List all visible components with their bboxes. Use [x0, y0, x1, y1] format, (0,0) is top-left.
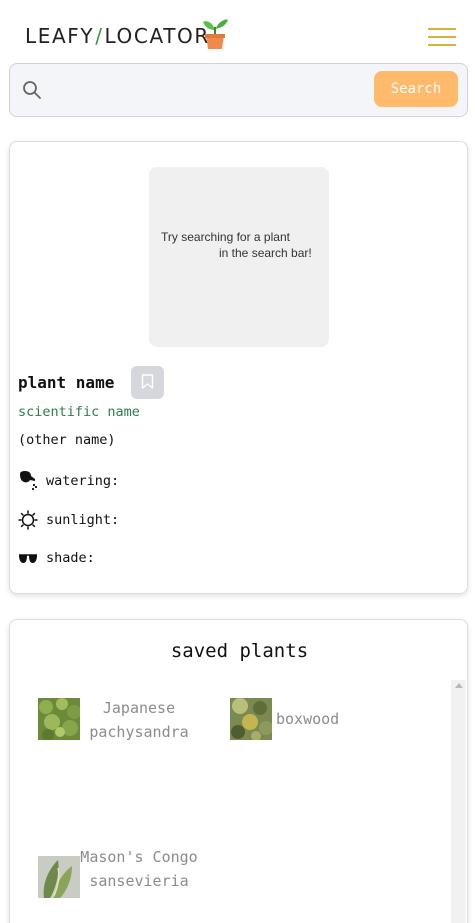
saved-plant-name: Mason's Congo sansevieria	[80, 848, 198, 890]
saved-plant-item[interactable]: boxwood	[230, 698, 346, 740]
plant-detail-card: Try searching for a plant in the search …	[9, 141, 468, 594]
saved-plant-item[interactable]: Japanese pachysandra	[38, 698, 198, 744]
plant-thumbnail	[230, 698, 272, 740]
bookmark-button[interactable]	[131, 366, 164, 399]
scroll-up-arrow-icon[interactable]	[455, 683, 463, 688]
logo-slash: /	[95, 24, 104, 48]
sunglasses-icon	[19, 554, 37, 563]
search-bar: Search	[9, 63, 468, 117]
plant-image-placeholder: Try searching for a plant in the search …	[149, 167, 329, 347]
search-icon	[23, 81, 41, 99]
search-input[interactable]	[52, 72, 372, 108]
watering-can-icon	[20, 471, 38, 491]
logo-text-right: LOCATOR	[104, 24, 210, 48]
placeholder-text-line1: Try searching for a plant	[161, 230, 290, 244]
other-name: (other name)	[18, 432, 116, 448]
shade-row: shade:	[18, 550, 95, 566]
scrollbar[interactable]	[451, 680, 466, 923]
plant-thumbnail	[38, 698, 80, 740]
watering-label: watering:	[46, 473, 120, 489]
plant-pot-icon	[203, 19, 228, 49]
search-button[interactable]: Search	[374, 71, 458, 107]
sunlight-row: sunlight:	[18, 510, 119, 530]
saved-plants-card: saved plants Japanese pachysandra boxwoo…	[9, 619, 468, 923]
saved-plant-name: boxwood	[276, 710, 340, 728]
sun-icon	[18, 510, 38, 530]
site-header: LEAFY / LOCATOR	[0, 0, 475, 62]
sunlight-label: sunlight:	[46, 512, 120, 528]
plant-thumbnail	[38, 856, 80, 898]
logo-text-left: LEAFY	[25, 24, 95, 48]
menu-hamburger-icon[interactable]	[428, 28, 456, 46]
watering-row: watering:	[18, 470, 119, 492]
shade-label: shade:	[46, 550, 95, 566]
placeholder-text-line2: in the search bar!	[219, 246, 312, 260]
saved-plants-title: saved plants	[170, 640, 309, 662]
scientific-name: scientific name	[18, 404, 140, 420]
saved-plant-name: Japanese pachysandra	[89, 699, 189, 741]
saved-plant-item[interactable]: Mason's Congo sansevieria	[38, 848, 198, 898]
logo[interactable]: LEAFY / LOCATOR	[25, 24, 210, 48]
bookmark-icon	[141, 374, 154, 389]
plant-name: plant name	[18, 373, 115, 392]
